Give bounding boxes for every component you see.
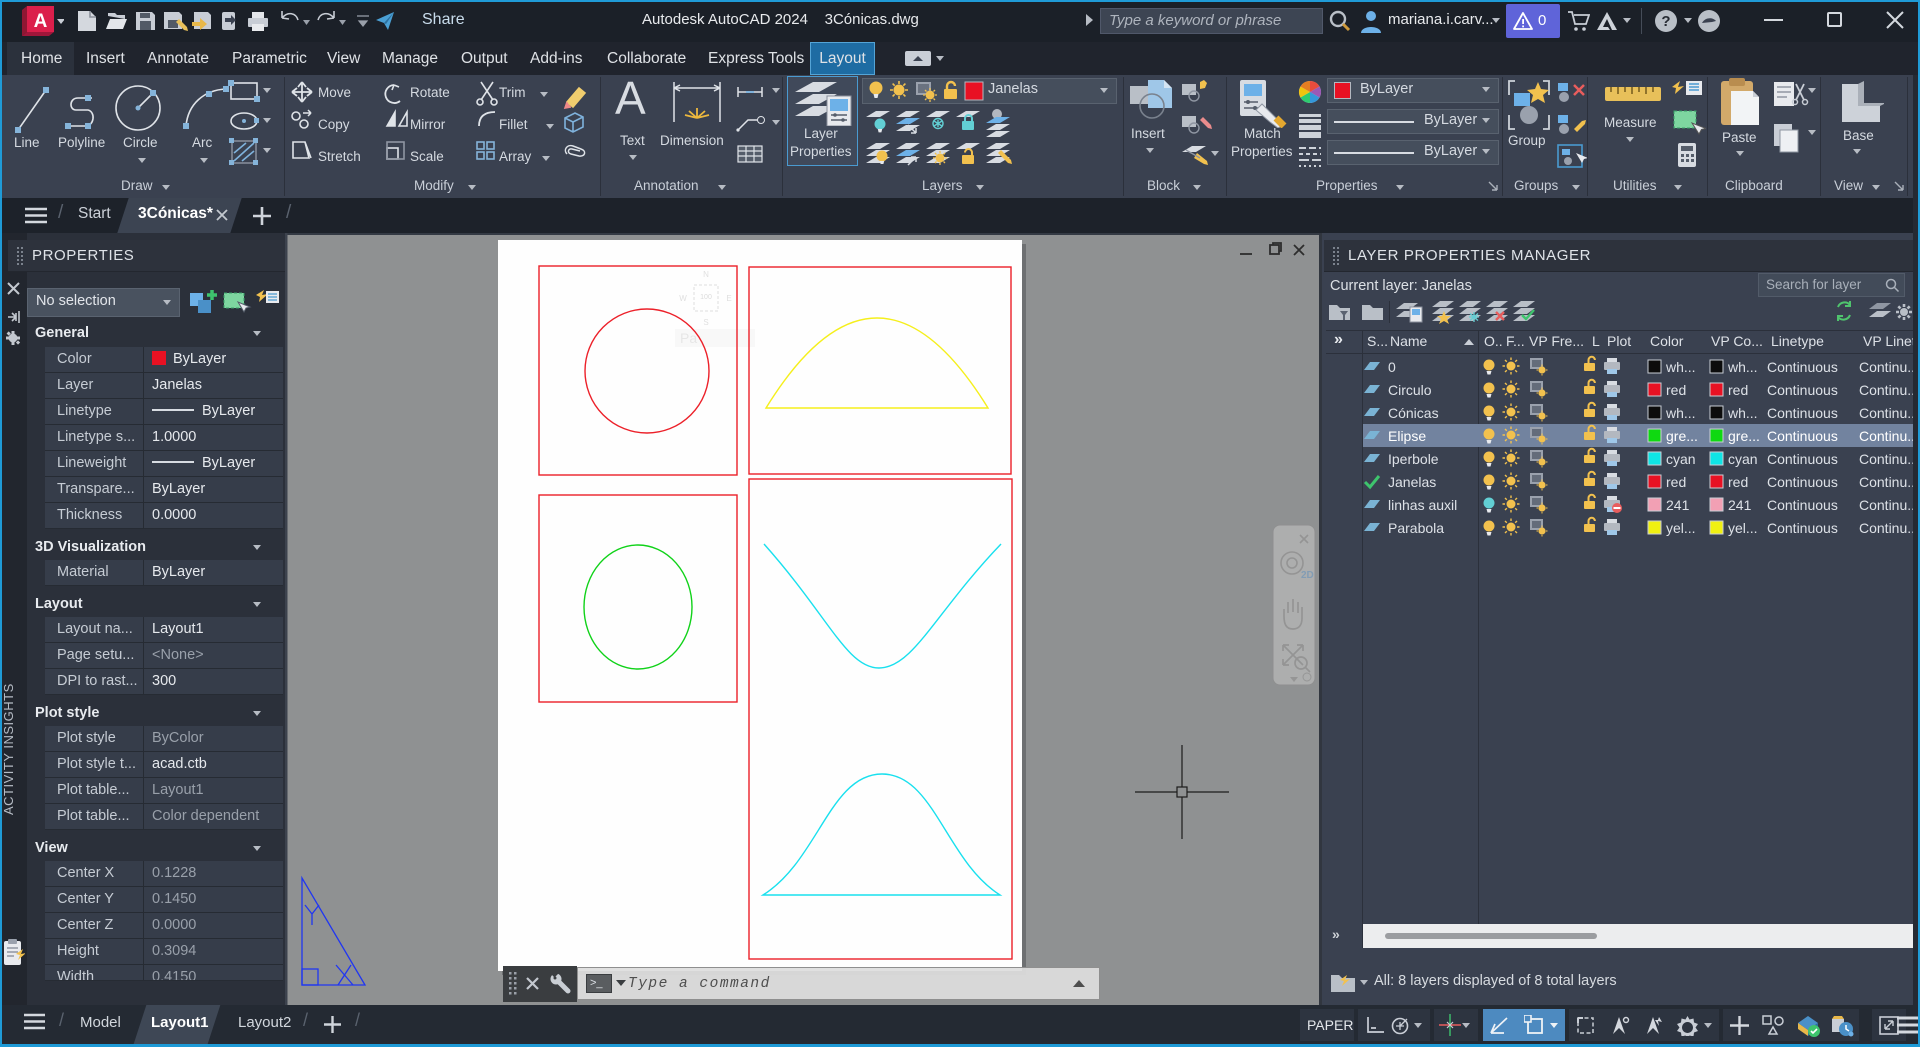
svg-text:W: W bbox=[679, 294, 687, 303]
svg-text:S: S bbox=[703, 318, 708, 327]
svg-text:A: A bbox=[34, 11, 48, 32]
svg-text:?: ? bbox=[1661, 13, 1670, 30]
svg-text:100: 100 bbox=[700, 294, 712, 301]
svg-text:N: N bbox=[703, 270, 709, 279]
svg-text:2D: 2D bbox=[1301, 570, 1314, 581]
svg-text:E: E bbox=[726, 294, 731, 303]
